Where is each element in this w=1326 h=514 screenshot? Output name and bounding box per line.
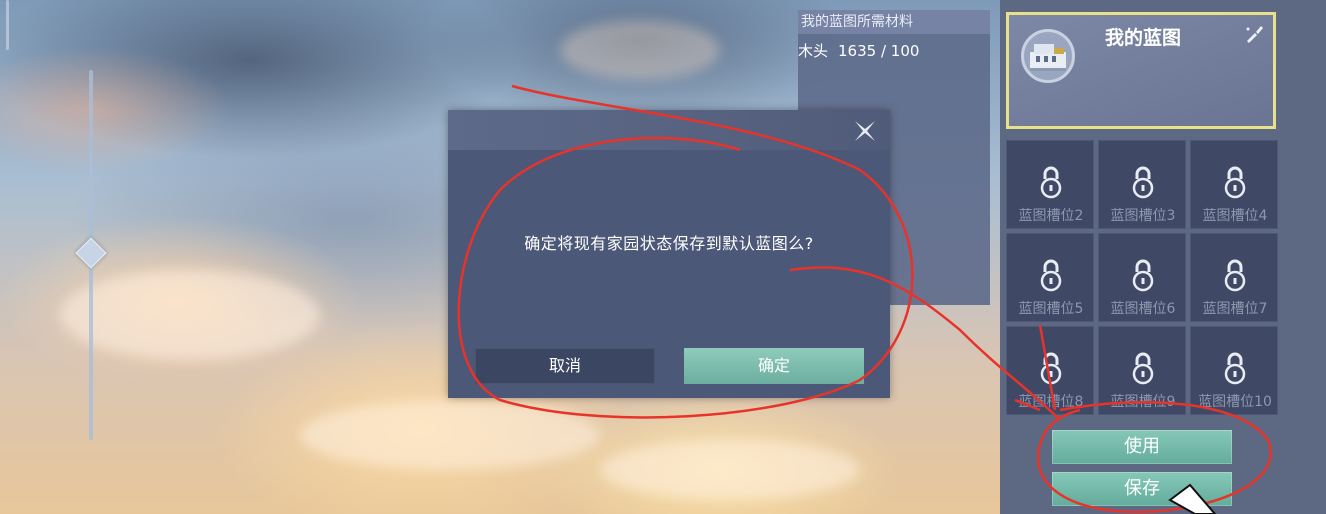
lock-icon [1040,166,1062,199]
slot-label: 蓝图槽位2 [1018,208,1084,224]
lock-icon [1040,352,1062,385]
confirm-button[interactable]: 确定 [684,348,864,384]
lock-icon [1132,352,1154,385]
slot-label: 蓝图槽位10 [1198,394,1272,410]
cancel-button[interactable]: 取消 [475,348,655,384]
slot-label: 蓝图槽位6 [1110,301,1176,317]
blueprint-slot-2[interactable]: 蓝图槽位2 [1006,140,1094,229]
lock-icon [1224,259,1246,292]
cloud [300,400,600,470]
confirm-dialog: 确定将现有家园状态保存到默认蓝图么? 取消 确定 [448,110,890,398]
slot-label: 蓝图槽位9 [1110,394,1176,410]
lock-icon [1224,166,1246,199]
lock-icon [1132,166,1154,199]
cloud [600,440,860,500]
dialog-message: 确定将现有家园状态保存到默认蓝图么? [524,234,814,253]
blueprint-slot-5[interactable]: 蓝图槽位5 [1006,233,1094,322]
lock-icon [1040,259,1062,292]
materials-title: 我的蓝图所需材料 [798,10,990,34]
material-name: 木头 [798,42,829,60]
save-button[interactable]: 保存 [1052,472,1232,506]
lock-icon [1224,352,1246,385]
blueprint-slot-3[interactable]: 蓝图槽位3 [1098,140,1186,229]
slot-label: 蓝图槽位4 [1202,208,1268,224]
slot-label: 蓝图槽位8 [1018,394,1084,410]
slot-label: 蓝图槽位3 [1110,208,1176,224]
close-icon[interactable] [852,118,878,144]
my-blueprint-title: 我的蓝图 [1105,27,1182,49]
blueprint-slot-9[interactable]: 蓝图槽位9 [1098,326,1186,415]
dialog-header [448,110,890,150]
lock-icon [1132,259,1154,292]
use-button[interactable]: 使用 [1052,430,1232,464]
house-blueprint-icon [1021,29,1075,83]
material-row: 木头 1635 / 100 [798,40,919,61]
blueprint-slot-6[interactable]: 蓝图槽位6 [1098,233,1186,322]
blueprint-slot-10[interactable]: 蓝图槽位10 [1190,326,1278,415]
scroll-indicator[interactable] [6,0,9,50]
blueprint-slot-8[interactable]: 蓝图槽位8 [1006,326,1094,415]
cloud [560,20,720,80]
brush-edit-icon[interactable] [1243,23,1265,45]
my-blueprint-card[interactable]: 我的蓝图 [1006,12,1276,129]
slot-label: 蓝图槽位7 [1202,301,1268,317]
blueprint-slot-7[interactable]: 蓝图槽位7 [1190,233,1278,322]
cloud [60,270,320,360]
slot-label: 蓝图槽位5 [1018,301,1084,317]
blueprint-slot-4[interactable]: 蓝图槽位4 [1190,140,1278,229]
material-quantity: 1635 / 100 [838,42,920,60]
